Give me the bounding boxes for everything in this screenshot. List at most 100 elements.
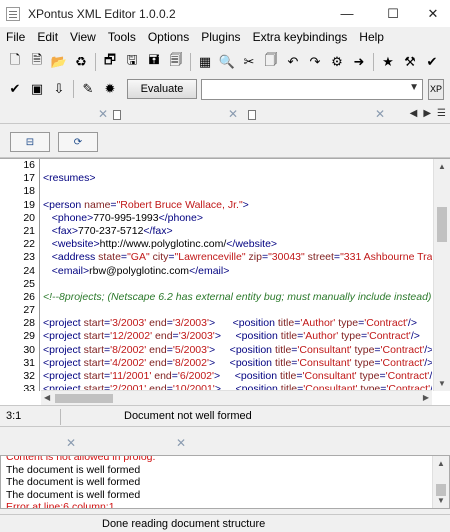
toolbar-separator [73,80,74,98]
message-console: Content is not allowed in prolog. The doc… [0,455,450,509]
scroll-up-icon[interactable]: ▲ [438,162,446,171]
menu-help[interactable]: Help [353,27,390,47]
code-token: end [146,343,167,356]
settings-icon[interactable]: ⚙ [326,51,348,73]
copy-icon[interactable]: 🗍 [260,51,282,73]
xpath-toolbar: ✔ ▣ ⇩ ✎ ✹ Evaluate ▼ XP [0,76,450,102]
console-line: The document is well formed [6,463,141,476]
code-token: '8/2002' [110,343,147,356]
menu-extra-keybindings[interactable]: Extra keybindings [247,27,354,47]
code-token: > <position [208,343,275,356]
code-token: end [152,330,173,343]
preferences-icon[interactable]: ⚒ [399,51,421,73]
document-tab[interactable]: ✕ [255,107,395,123]
print-icon[interactable]: ▦ [194,51,216,73]
save-icon[interactable]: 🖫 [121,51,143,73]
evaluate-button[interactable]: Evaluate [127,79,197,99]
validate-icon[interactable]: ✔ [421,51,443,73]
vertical-scrollbar[interactable]: ▲ ▼ [433,159,450,391]
code-token: <project [43,317,84,330]
chevron-down-icon[interactable]: ▼ [409,82,419,93]
schema-icon[interactable]: ▣ [26,78,48,100]
divider [60,409,61,425]
save-all-icon[interactable]: 🗐 [165,51,187,73]
scroll-right-icon[interactable]: ▶ [423,108,431,119]
check-icon[interactable]: ✔ [4,78,26,100]
xpath-button[interactable]: XP [428,78,444,100]
close-icon[interactable]: ✕ [375,107,385,121]
xpath-input[interactable]: ▼ [201,78,423,100]
tab-list-icon[interactable]: ☰ [437,108,446,119]
scroll-left-icon[interactable]: ◀ [410,108,418,119]
menu-view[interactable]: View [64,27,102,47]
refresh-icon[interactable]: ♻ [70,51,92,73]
bookmark-icon[interactable]: ★ [377,51,399,73]
gear-icon[interactable]: ✹ [99,78,121,100]
line-number: 17 [23,172,35,185]
open-folder-icon[interactable]: 📂 [48,51,70,73]
undo-icon[interactable]: ↶ [282,51,304,73]
code-token: 'Author' [303,330,339,343]
code-area[interactable]: <resumes> <person name="Robert Bruce Wall… [41,159,432,391]
horizontal-scrollbar[interactable]: ◀ ▶ [41,390,432,405]
code-line: <resumes> [41,172,432,185]
scroll-right-icon[interactable]: ▶ [423,393,429,402]
console-line: The document is well formed [6,488,141,501]
new-file-icon[interactable]: 🗋 [4,51,26,73]
close-button[interactable]: ✕ [416,0,450,27]
toolbar-separator [373,53,374,71]
code-token: <fax> [43,224,79,237]
collapse-tree-button[interactable]: ⊟ [10,132,50,152]
app-icon [6,6,20,21]
close-icon[interactable]: ✕ [66,436,76,450]
scrollbar-thumb[interactable] [55,394,113,403]
scrollbar-thumb[interactable] [437,207,447,242]
cursor-position: 3:1 [6,410,22,422]
scroll-left-icon[interactable]: ◀ [44,393,50,402]
menu-edit[interactable]: Edit [31,27,64,47]
minimize-button[interactable]: — [324,0,370,27]
refresh-tree-button[interactable]: ⟳ [58,132,98,152]
code-token: "Lawrenceville" [174,251,246,264]
scroll-up-icon[interactable]: ▲ [437,459,445,468]
close-icon[interactable]: ✕ [98,107,108,121]
open-remote-icon[interactable]: 🗗 [99,51,121,73]
code-token: 'Contract' [380,343,425,356]
menu-tools[interactable]: Tools [102,27,142,47]
code-line: <!--8projects; (Netscape 6.2 has externa… [41,291,432,304]
code-token: title [274,343,292,356]
code-line: <project start='12/2002' end='3/2003'> <… [41,330,432,343]
scroll-down-icon[interactable]: ▼ [438,379,446,388]
download-icon[interactable]: ⇩ [48,78,70,100]
line-number: 31 [23,356,35,369]
cut-icon[interactable]: ✂ [238,51,260,73]
menu-file[interactable]: File [0,27,31,47]
code-token: > <position [214,370,280,382]
code-token: <person [43,198,85,211]
code-token: <resumes> [43,172,96,185]
window-controls: — ☐ ✕ [324,0,450,27]
line-number: 18 [23,185,35,198]
code-token: /> [407,317,417,330]
document-tab[interactable]: ✕ [0,107,121,123]
save-as-icon[interactable]: 🖬 [143,51,165,73]
tools-icon[interactable]: ✎ [77,78,99,100]
redo-icon[interactable]: ↷ [304,51,326,73]
close-icon[interactable]: ✕ [176,436,186,450]
console-line: Error at line:6 column:1 [6,501,115,509]
xml-editor[interactable]: 16 17 18 19 20 21 22 23 24 25 26 27 28 29 30 31 32 33 <re… [0,158,450,405]
menu-options[interactable]: Options [142,27,195,47]
scroll-down-icon[interactable]: ▼ [437,496,445,505]
document-tab[interactable]: ✕ [120,107,256,123]
vertical-scrollbar[interactable]: ▲ ▼ [432,456,449,508]
run-icon[interactable]: ➜ [348,51,370,73]
scrollbar-thumb[interactable] [436,484,446,496]
line-number-gutter: 16 17 18 19 20 21 22 23 24 25 26 27 28 29 30 31 32 33 [0,159,40,391]
close-icon[interactable]: ✕ [228,107,238,121]
menu-plugins[interactable]: Plugins [195,27,246,47]
new-from-template-icon[interactable]: 🗎 [26,51,48,73]
code-token: /> [424,356,432,369]
find-icon[interactable]: 🔍 [216,51,238,73]
maximize-button[interactable]: ☐ [370,0,416,27]
